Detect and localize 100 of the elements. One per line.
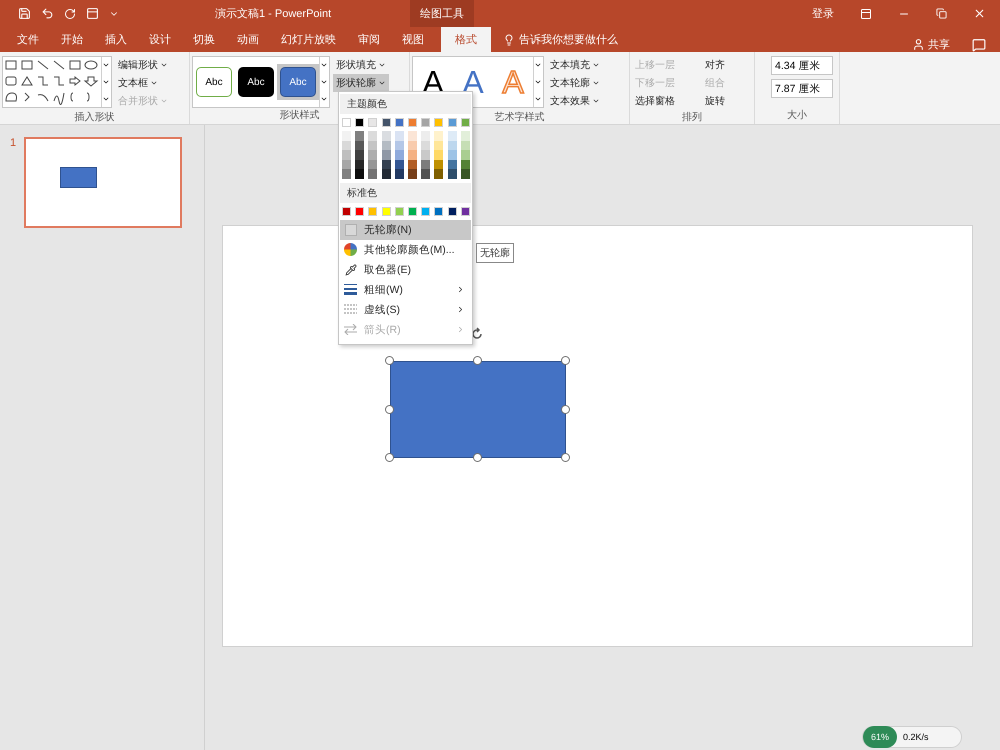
eyedropper-icon [344,263,357,276]
menu-item[interactable]: 粗细(W) [340,280,471,300]
color-swatch[interactable] [355,118,364,127]
color-swatch[interactable] [421,206,430,216]
menu-item[interactable]: 其他轮廓颜色(M)... [340,240,471,260]
ribbon-command[interactable]: 文本框 [115,74,171,92]
color-swatch[interactable] [460,206,470,216]
color-swatch[interactable] [434,206,444,216]
ribbon-options-icon[interactable] [860,8,872,20]
arrows-icon [344,323,357,336]
ribbon-command[interactable]: 文本填充 [547,56,603,74]
ribbon-tab[interactable]: 视图 [391,27,435,52]
redo-icon[interactable] [64,8,76,20]
restore-icon[interactable] [936,8,947,19]
line-weight-icon [344,283,357,296]
group-label: 艺术字样式 [494,110,544,124]
color-swatch[interactable] [408,118,417,127]
shade-column[interactable] [382,131,391,179]
color-swatch[interactable] [382,118,391,127]
color-swatch[interactable] [394,206,404,216]
share-button[interactable]: 共享 [912,37,950,52]
ribbon-tab[interactable]: 格式 [441,27,491,52]
caret-icon [150,79,158,87]
resize-handle[interactable] [385,453,394,462]
caret-icon [592,97,600,105]
color-swatch[interactable] [382,206,391,216]
style-sample[interactable]: Abc [193,64,235,100]
width-field[interactable]: 7.87 厘米 [771,79,833,98]
color-swatch[interactable] [460,118,470,127]
ribbon-tab[interactable]: 开始 [50,27,94,52]
caret-icon [160,61,168,69]
ribbon-tab[interactable]: 幻灯片放映 [270,27,347,52]
context-tab-label: 绘图工具 [410,0,474,27]
ribbon-command[interactable]: 形状填充 [333,56,389,74]
shade-column[interactable] [460,131,470,179]
ribbon-tab[interactable]: 动画 [226,27,270,52]
ribbon-tab[interactable]: 设计 [138,27,182,52]
undo-icon[interactable] [41,7,54,20]
color-swatch[interactable] [368,118,378,127]
ribbon-command[interactable]: 选择窗格 [632,92,702,110]
color-swatch[interactable] [448,118,456,127]
caret-icon [592,61,600,69]
shade-column[interactable] [421,131,430,179]
caret-icon [378,79,386,87]
color-swatch[interactable] [342,118,351,127]
slide-thumbnail[interactable] [24,137,182,228]
color-swatch[interactable] [408,206,417,216]
resize-handle[interactable] [385,404,394,414]
color-swatch[interactable] [421,118,430,127]
sign-in-link[interactable]: 登录 [812,6,834,21]
menu-heading: 主题颜色 [340,94,471,114]
group-label: 形状样式 [280,108,320,123]
close-icon[interactable] [973,7,986,20]
ribbon-command[interactable]: 形状轮廓 [333,74,389,92]
color-wheel-icon [344,243,357,256]
color-swatch[interactable] [434,118,444,127]
slideshow-icon[interactable] [86,7,99,20]
menu-item[interactable]: 无轮廓(N) [340,220,471,240]
rotate-handle-icon[interactable] [470,327,484,341]
resize-handle[interactable] [561,356,570,365]
shade-column[interactable] [408,131,417,179]
color-swatch[interactable] [368,206,378,216]
color-swatch[interactable] [342,206,351,216]
color-swatch[interactable] [394,118,404,127]
style-sample[interactable]: Abc [277,64,319,100]
menu-item[interactable]: 虚线(S) [340,300,471,320]
resize-handle[interactable] [561,453,570,462]
shape-gallery[interactable] [2,56,112,108]
ribbon-command[interactable]: 对齐 [702,56,752,74]
color-swatch[interactable] [355,206,364,216]
save-icon[interactable] [18,7,31,20]
color-swatch[interactable] [448,206,456,216]
resize-handle[interactable] [473,453,482,462]
person-icon [912,38,925,51]
window-title: 演示文稿1 - PowerPoint [215,6,332,21]
style-sample[interactable]: Abc [235,64,277,100]
menu-item[interactable]: 取色器(E) [340,260,471,280]
group-label: 插入形状 [74,110,114,124]
ribbon-command[interactable]: 编辑形状 [115,56,171,74]
ribbon-command[interactable]: 文本轮廓 [547,74,603,92]
shade-column[interactable] [394,131,404,179]
resize-handle[interactable] [385,356,394,365]
tell-me-field[interactable]: 告诉我你想要做什么 [497,27,618,52]
ribbon-tab[interactable]: 文件 [6,27,50,52]
ribbon-command[interactable]: 旋转 [702,92,752,110]
comments-icon[interactable] [972,38,986,52]
shape-style-gallery[interactable]: Abc Abc Abc [192,56,330,108]
ribbon-tab[interactable]: 审阅 [347,27,391,52]
height-field[interactable]: 4.34 厘米 [771,56,833,75]
caret-icon [592,79,600,87]
shade-column[interactable] [448,131,456,179]
group-label: 排列 [682,110,702,124]
slide-number: 1 [10,137,16,149]
menu-heading: 标准色 [340,182,471,203]
ribbon-command[interactable]: 文本效果 [547,92,603,110]
shade-column[interactable] [355,131,364,179]
tooltip: 无轮廓 [476,243,514,263]
ribbon-tab[interactable]: 切换 [182,27,226,52]
ribbon-tab[interactable]: 插入 [94,27,138,52]
resize-handle[interactable] [473,356,482,365]
